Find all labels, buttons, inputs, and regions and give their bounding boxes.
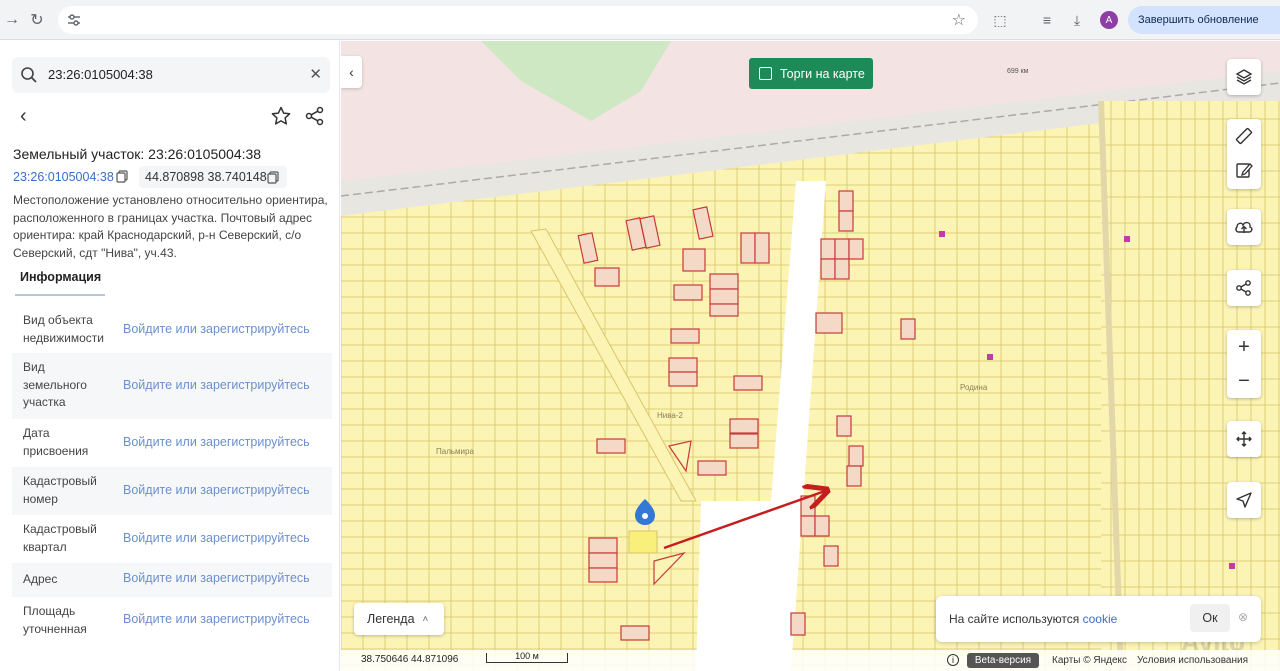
place-label-rodina: Родина (960, 383, 988, 392)
row-label: Вид земельного участка (23, 360, 87, 409)
reload-icon[interactable]: ↻ (25, 8, 49, 32)
table-row: Вид объекта недвижимости Войдите или зар… (12, 305, 332, 353)
row-label: Кадастровый номер (23, 474, 97, 506)
cookie-ok-button[interactable]: Ок (1190, 604, 1230, 632)
auctions-toggle-button[interactable]: Торги на карте (749, 58, 873, 89)
cursor-coordinates: 38.750646 44.871096 (361, 654, 459, 665)
bookmark-star-icon[interactable]: ☆ (952, 10, 966, 30)
zoom-in-button[interactable]: + (1227, 330, 1261, 364)
table-row: Площадь уточненная Войдите или зарегистр… (12, 597, 332, 645)
ruler-button[interactable] (1227, 119, 1261, 153)
pan-button[interactable] (1227, 421, 1261, 457)
railway-km-label: 699 км (1007, 68, 1029, 75)
row-label: Площадь уточненная (23, 604, 87, 636)
auctions-label: Торги на карте (780, 66, 865, 81)
forward-icon[interactable]: → (0, 8, 24, 32)
site-settings-icon[interactable] (66, 12, 82, 28)
copy-icon[interactable] (267, 171, 279, 184)
row-label: Кадастровый квартал (23, 522, 97, 554)
zoom-controls: + − (1227, 330, 1261, 398)
cloud-upload-icon (1235, 221, 1253, 233)
cookie-text: На сайте используются cookie (949, 612, 1117, 626)
map-footer: 38.750646 44.871096 100 м i Beta-версия … (341, 650, 1280, 671)
login-link[interactable]: Войдите или зарегистрируйтесь (123, 612, 310, 626)
share-icon (1236, 280, 1251, 296)
login-link[interactable]: Войдите или зарегистрируйтесь (123, 435, 310, 449)
login-link[interactable]: Войдите или зарегистрируйтесь (123, 483, 310, 497)
cookie-banner: На сайте используются cookie Ок ⊗ (936, 596, 1261, 642)
login-link[interactable]: Войдите или зарегистрируйтесь (123, 322, 310, 336)
beta-badge[interactable]: Beta-версия (967, 653, 1039, 668)
object-info-panel: 23:26:0105004:38 ✕ ‹ Земельный участок: … (2, 41, 340, 671)
legend-button[interactable]: Легенда ˄ (354, 603, 444, 635)
table-row: Адрес Войдите или зарегистрируйтесь (12, 563, 332, 597)
favorite-star-icon[interactable] (270, 105, 292, 127)
address-bar[interactable]: ☆ (58, 6, 978, 34)
back-icon[interactable]: ‹ (20, 105, 40, 129)
terms-link[interactable]: Условия использования (1137, 655, 1248, 666)
draw-tools-group (1227, 119, 1261, 189)
info-table: Вид объекта недвижимости Войдите или зар… (12, 305, 332, 645)
login-link[interactable]: Войдите или зарегистрируйтесь (123, 531, 310, 545)
zoom-out-button[interactable]: − (1227, 364, 1261, 398)
table-row: Дата присвоения Войдите или зарегистриру… (12, 419, 332, 467)
info-icon[interactable]: i (947, 654, 959, 666)
cadastral-number-link[interactable]: 23:26:0105004:38 (13, 170, 114, 184)
browser-toolbar: → ↻ ☆ ⬚ ≡ ⤓ A Завершить обновление (0, 0, 1280, 40)
map-canvas[interactable]: Нива-2 Пальмира Родина 699 км (341, 41, 1280, 671)
login-link[interactable]: Войдите или зарегистрируйтесь (123, 571, 310, 585)
share-map-button[interactable] (1227, 270, 1261, 306)
share-icon[interactable] (304, 105, 326, 127)
row-label: Дата присвоения (23, 426, 89, 458)
ruler-icon (1235, 127, 1253, 145)
edit-icon (1236, 163, 1253, 178)
page-title: Земельный участок: 23:26:0105004:38 (13, 146, 262, 162)
clear-search-icon[interactable]: ✕ (309, 65, 322, 83)
place-label-palmira: Пальмира (436, 447, 474, 456)
location-description: Местоположение установлено относительно … (13, 193, 328, 260)
cadastral-map[interactable]: Нива-2 Пальмира Родина 699 км ‹ Торги на… (341, 41, 1280, 671)
legend-label: Легенда (367, 612, 415, 626)
collapse-panel-button[interactable]: ‹ (341, 56, 362, 88)
checkbox-icon[interactable] (759, 67, 772, 80)
table-row: Вид земельного участка Войдите или зарег… (12, 353, 332, 419)
geolocation-button[interactable] (1227, 482, 1261, 518)
upload-button[interactable] (1227, 209, 1261, 245)
navigation-arrow-icon (1236, 492, 1252, 508)
media-control-icon[interactable]: ≡ (1037, 10, 1057, 30)
download-icon[interactable]: ⤓ (1067, 10, 1087, 30)
row-label: Адрес (23, 572, 58, 586)
finish-update-button[interactable]: Завершить обновление (1128, 6, 1280, 34)
search-icon (21, 67, 37, 83)
table-row: Кадастровый квартал Войдите или зарегист… (12, 515, 332, 563)
scale-bar: 100 м (486, 652, 568, 663)
tab-information[interactable]: Информация (15, 270, 105, 296)
edit-button[interactable] (1227, 153, 1261, 187)
coordinates-text: 44.870898 38.740148 (145, 170, 267, 184)
search-box[interactable]: 23:26:0105004:38 ✕ (12, 57, 330, 93)
move-arrows-icon (1236, 431, 1252, 447)
close-icon[interactable]: ⊗ (1238, 610, 1248, 624)
layers-button[interactable] (1227, 59, 1261, 95)
extensions-icon[interactable]: ⬚ (990, 10, 1010, 30)
layers-icon (1235, 69, 1253, 85)
map-copyright[interactable]: Карты © Яндекс (1052, 655, 1127, 666)
chevron-up-icon: ˄ (422, 613, 429, 625)
target-parcel[interactable] (628, 530, 658, 554)
search-input[interactable]: 23:26:0105004:38 (48, 67, 153, 82)
coordinates-chip[interactable]: 44.870898 38.740148 (139, 166, 287, 188)
login-link[interactable]: Войдите или зарегистрируйтесь (123, 378, 310, 392)
table-row: Кадастровый номер Войдите или зарегистри… (12, 467, 332, 515)
place-label-niva2: Нива-2 (657, 411, 684, 420)
copy-icon[interactable] (116, 170, 128, 183)
profile-avatar[interactable]: A (1100, 11, 1118, 29)
cookie-policy-link[interactable]: cookie (1083, 612, 1118, 626)
row-label: Вид объекта недвижимости (23, 313, 104, 345)
cookie-message: На сайте используются (949, 612, 1080, 626)
